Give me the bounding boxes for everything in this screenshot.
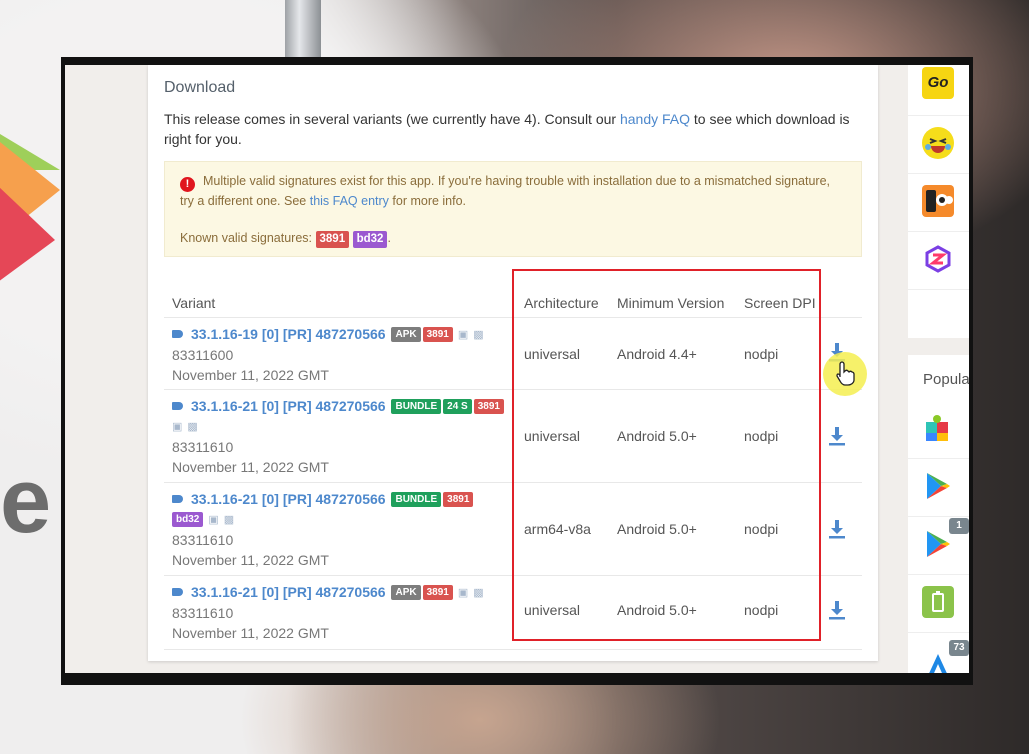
apk-badge: APK	[391, 585, 421, 600]
variant-cell: 33.1.16-21 [0] [PR] 487270566 APK 3891 ▣ ▩ …	[172, 582, 512, 643]
sidebar-app-item[interactable]	[908, 458, 969, 517]
variant-date: November 11, 2022 GMT	[172, 625, 329, 641]
sidebar-app-item[interactable]	[908, 173, 969, 232]
known-signatures-label: Known valid signatures:	[180, 231, 313, 245]
signature-badge[interactable]: bd32	[352, 231, 388, 248]
known-signatures: Known valid signatures: 3891 bd32.	[180, 229, 846, 248]
variant-code: 83311610	[172, 605, 234, 621]
known-signatures-period: .	[387, 231, 391, 245]
apk-badge: APK	[391, 327, 421, 342]
vr-icon: ▩	[187, 421, 198, 433]
download-icon[interactable]	[828, 600, 846, 620]
signature-badge[interactable]: bd32	[172, 512, 204, 527]
hand-cursor-icon	[836, 361, 855, 386]
signature-badge[interactable]: 3891	[422, 327, 453, 342]
background-letter: e	[0, 450, 52, 552]
popular-title: Popula	[923, 371, 969, 388]
vr-icon: ▩	[473, 329, 484, 341]
laughing-emoji-app-icon	[922, 127, 954, 159]
variant-cell: 33.1.16-21 [0] [PR] 487270566 BUNDLE 24 S…	[172, 396, 512, 477]
sidebar-app-item[interactable]	[908, 231, 969, 290]
tag-icon	[172, 402, 183, 410]
signature-alert: ! Multiple valid signatures exist for thi…	[164, 161, 862, 257]
car-icon: ▣	[208, 514, 219, 526]
variant-cell: 33.1.16-21 [0] [PR] 487270566 BUNDLE 3891…	[172, 489, 512, 570]
sidebar-apps: Go	[908, 65, 969, 338]
tag-icon	[172, 588, 183, 596]
vr-icon: ▩	[223, 514, 235, 526]
variant-code: 83311610	[172, 532, 234, 548]
variant-code: 83311600	[172, 347, 234, 363]
background-pole	[285, 0, 321, 62]
variant-link[interactable]: 33.1.16-21 [0] [PR] 487270566	[191, 491, 386, 507]
tag-icon	[172, 330, 183, 338]
vr-icon: ▩	[473, 587, 484, 599]
alert-text: Multiple valid signatures exist for this…	[180, 174, 831, 208]
camera-app-icon	[922, 185, 954, 217]
sidebar-app-item[interactable]: 73	[908, 632, 969, 673]
variant-link[interactable]: 33.1.16-21 [0] [PR] 487270566	[191, 398, 386, 414]
puzzle-app-icon	[922, 412, 954, 444]
go-app-icon: Go	[922, 67, 954, 99]
variant-link[interactable]: 33.1.16-21 [0] [PR] 487270566	[191, 584, 386, 600]
variant-code: 83311610	[172, 439, 234, 455]
signature-badge[interactable]: 3891	[422, 585, 453, 600]
sidebar-app-item[interactable]	[908, 400, 969, 459]
update-count-badge: 1	[949, 518, 969, 534]
download-title: Download	[164, 79, 236, 96]
variant-date: November 11, 2022 GMT	[172, 367, 329, 383]
signature-badge[interactable]: 3891	[315, 231, 350, 248]
bundle-badge: BUNDLE	[391, 399, 442, 414]
update-count-badge: 73	[949, 640, 969, 656]
highlight-box	[512, 269, 821, 641]
handy-faq-link[interactable]: handy FAQ	[620, 111, 690, 127]
s-logo-app-icon	[922, 243, 954, 275]
signature-badge[interactable]: 3891	[473, 399, 504, 414]
bundle-badge: BUNDLE	[391, 492, 442, 507]
sidebar-popular: Popula 1 73	[908, 355, 969, 673]
faq-entry-link[interactable]: this FAQ entry	[310, 194, 389, 208]
tag-icon	[172, 495, 183, 503]
api-badge: 24 S	[443, 399, 472, 414]
download-icon[interactable]	[828, 519, 846, 539]
car-icon: ▣	[172, 421, 183, 433]
sidebar-app-item[interactable]	[908, 115, 969, 174]
variant-link[interactable]: 33.1.16-19 [0] [PR] 487270566	[191, 326, 386, 342]
sidebar-app-item[interactable]: Go	[908, 65, 969, 116]
variant-date: November 11, 2022 GMT	[172, 552, 329, 568]
car-icon: ▣	[457, 587, 469, 599]
header-variant: Variant	[172, 295, 216, 311]
alert-message: ! Multiple valid signatures exist for thi…	[180, 172, 846, 211]
intro-text: This release comes in several variants (…	[164, 111, 620, 127]
sidebar-app-item[interactable]: 1	[908, 516, 969, 575]
play-store-icon	[922, 470, 954, 502]
download-icon[interactable]	[828, 426, 846, 446]
sidebar-app-item[interactable]	[908, 574, 969, 633]
alert-text-end: for more info.	[388, 194, 467, 208]
battery-app-icon	[922, 586, 954, 618]
variant-date: November 11, 2022 GMT	[172, 459, 329, 475]
exclamation-icon: !	[180, 177, 195, 192]
car-icon: ▣	[457, 329, 469, 341]
download-intro: This release comes in several variants (…	[164, 109, 854, 149]
signature-badge[interactable]: 3891	[443, 492, 474, 507]
variant-cell: 33.1.16-19 [0] [PR] 487270566 APK 3891 ▣ ▩ …	[172, 324, 512, 385]
